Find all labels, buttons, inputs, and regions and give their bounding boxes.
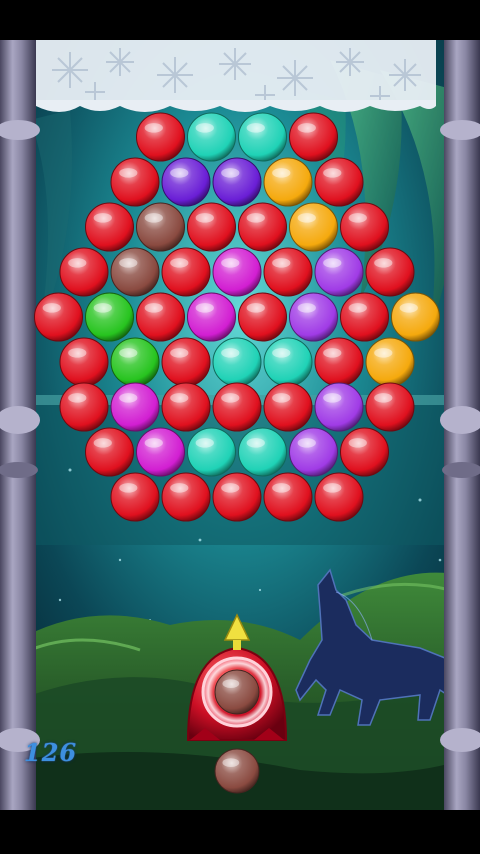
bubble-magenta xyxy=(187,292,236,342)
bubble-violet xyxy=(314,247,364,297)
bubble-red xyxy=(212,382,262,432)
bubble-red xyxy=(136,112,185,162)
bubble-brown xyxy=(136,202,185,252)
bubble-red xyxy=(212,472,262,522)
bubble-red xyxy=(314,337,364,387)
bubble-teal xyxy=(187,427,236,477)
bubble-violet xyxy=(289,292,338,342)
bubble-red xyxy=(136,292,185,342)
bubble-teal xyxy=(238,427,287,477)
bubble-red xyxy=(365,247,415,297)
bubble-teal xyxy=(238,112,287,162)
bubble-red xyxy=(238,202,287,252)
bubble-orange xyxy=(289,202,338,252)
bubble-red xyxy=(161,247,211,297)
bubble-magenta xyxy=(212,247,262,297)
current-ball xyxy=(214,669,260,715)
right-pillar xyxy=(440,40,480,810)
bubble-teal xyxy=(187,112,236,162)
bubble-red xyxy=(85,202,134,252)
bubble-red xyxy=(340,427,389,477)
bubble-red xyxy=(59,382,109,432)
bubble-orange xyxy=(365,337,415,387)
bubble-red xyxy=(314,472,364,522)
next-ball xyxy=(214,748,260,794)
game-screen[interactable]: 126 xyxy=(0,0,480,854)
bubble-red xyxy=(263,247,313,297)
bubble-purple xyxy=(212,157,262,207)
score-label: 126 xyxy=(24,738,78,767)
bubble-teal xyxy=(212,337,262,387)
bubble-red xyxy=(110,157,160,207)
snowflake-ceiling xyxy=(36,40,436,112)
bubble-red xyxy=(110,472,160,522)
bubble-red xyxy=(34,292,83,342)
bubble-green xyxy=(85,292,134,342)
bubble-orange xyxy=(263,157,313,207)
bubble-violet xyxy=(289,427,338,477)
bubble-red xyxy=(161,382,211,432)
bubble-red xyxy=(85,427,134,477)
bubble-red xyxy=(59,247,109,297)
current-ball-bubble xyxy=(214,669,260,715)
bubble-orange xyxy=(391,292,440,342)
bubble-red xyxy=(314,157,364,207)
bubble-red xyxy=(340,292,389,342)
bubble-magenta xyxy=(136,427,185,477)
bubble-red xyxy=(161,472,211,522)
bubble-red xyxy=(263,382,313,432)
bubble-teal xyxy=(263,337,313,387)
bubble-red xyxy=(289,112,338,162)
next-ball-bubble xyxy=(214,748,260,794)
bubble-violet xyxy=(314,382,364,432)
bubble-brown xyxy=(110,247,160,297)
bubble-red xyxy=(161,337,211,387)
left-pillar xyxy=(0,40,40,810)
bubble-purple xyxy=(161,157,211,207)
bubble-red xyxy=(59,337,109,387)
bubble-red xyxy=(187,202,236,252)
bubble-red xyxy=(263,472,313,522)
bubble-red xyxy=(340,202,389,252)
bubble-red xyxy=(238,292,287,342)
bubble-red xyxy=(365,382,415,432)
bubble-magenta xyxy=(110,382,160,432)
bubble-green xyxy=(110,337,160,387)
game-board[interactable] xyxy=(0,0,480,854)
